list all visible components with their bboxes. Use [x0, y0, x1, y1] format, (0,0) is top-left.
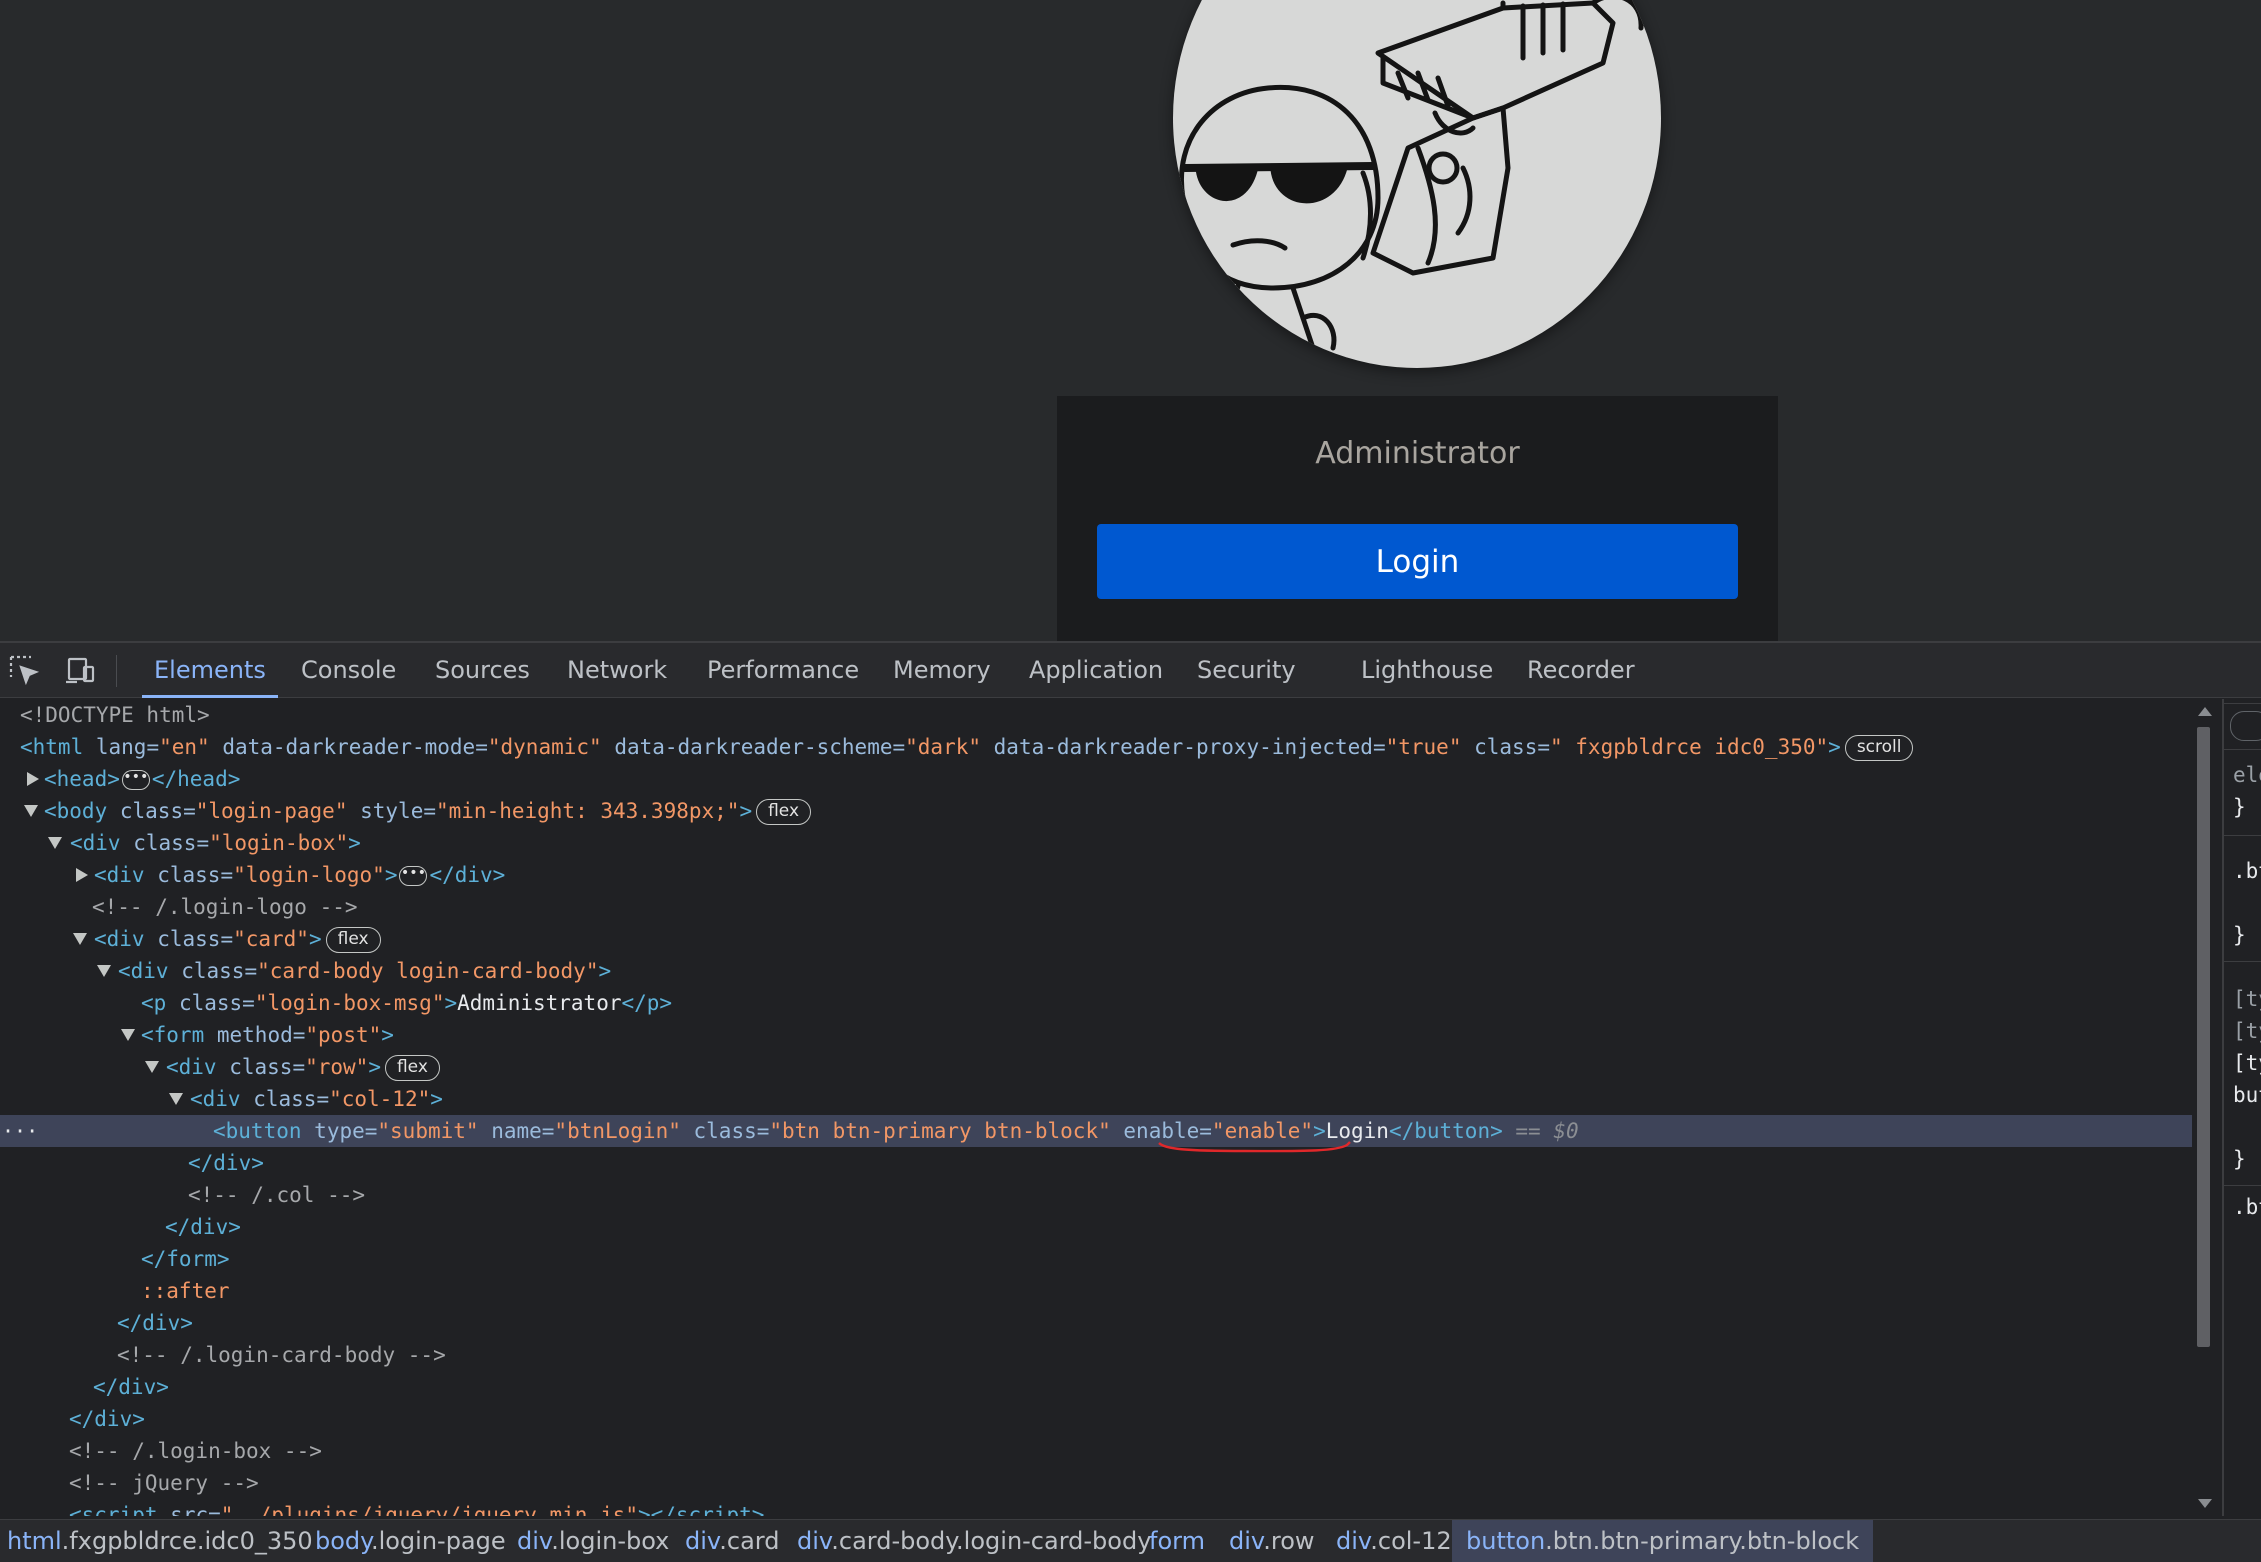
- login-button[interactable]: Login: [1097, 524, 1738, 599]
- breadcrumb-item[interactable]: form: [1149, 1520, 1205, 1562]
- tab-security[interactable]: Security: [1197, 643, 1296, 698]
- dom-comment[interactable]: <!-- jQuery -->: [0, 1467, 2192, 1499]
- dom-tree-scrollbar[interactable]: [2192, 699, 2217, 1516]
- tab-performance[interactable]: Performance: [707, 643, 859, 698]
- tab-elements[interactable]: Elements: [142, 643, 278, 698]
- dom-comment[interactable]: <!-- /.login-card-body -->: [0, 1339, 2192, 1371]
- dom-node-form[interactable]: <form method="post">: [0, 1019, 2192, 1051]
- dom-comment[interactable]: <!-- /.col -->: [0, 1179, 2192, 1211]
- scroll-badge[interactable]: scroll: [1844, 735, 1914, 761]
- scrollbar-thumb[interactable]: [2197, 727, 2210, 1347]
- tab-lighthouse[interactable]: Lighthouse: [1361, 643, 1493, 698]
- breadcrumb-item-active[interactable]: button.btn.btn-primary.btn-block: [1452, 1520, 1874, 1562]
- dom-close-tag[interactable]: </div>: [0, 1147, 2192, 1179]
- styles-pane: St ele } .bt } [ty [ty [ty but } .bt: [2222, 699, 2261, 1516]
- tab-network[interactable]: Network: [567, 643, 667, 698]
- breadcrumb-item[interactable]: html.fxgpbldrce.idc0_350: [7, 1520, 313, 1562]
- tab-memory[interactable]: Memory: [893, 643, 991, 698]
- flex-badge[interactable]: flex: [384, 1055, 440, 1081]
- scroll-down-arrow-icon[interactable]: [2198, 1499, 2212, 1508]
- breadcrumb-item[interactable]: div.login-box: [517, 1520, 669, 1562]
- login-box-message: Administrator: [1315, 436, 1520, 471]
- dom-node-script[interactable]: <script src="../plugins/jquery/jquery.mi…: [0, 1499, 2192, 1516]
- flex-badge[interactable]: flex: [325, 927, 381, 953]
- dom-comment[interactable]: <!-- /.login-logo -->: [0, 891, 2192, 923]
- tab-recorder[interactable]: Recorder: [1527, 643, 1635, 698]
- dom-node-button-selected[interactable]: ··· <button type="submit" name="btnLogin…: [0, 1115, 2192, 1153]
- dom-node-row[interactable]: <div class="row"> flex: [0, 1051, 2192, 1083]
- flex-badge[interactable]: flex: [756, 799, 812, 825]
- more-options-icon[interactable]: ···: [2, 1115, 38, 1147]
- dom-comment[interactable]: <!-- /.login-box -->: [0, 1435, 2192, 1467]
- device-toolbar-icon[interactable]: [64, 654, 96, 686]
- styles-filter-input[interactable]: [2230, 711, 2261, 741]
- breadcrumb: html.fxgpbldrce.idc0_350 body.login-page…: [0, 1519, 2261, 1562]
- toolbar-divider: [116, 655, 117, 687]
- breadcrumb-item[interactable]: div.row: [1229, 1520, 1315, 1562]
- collapse-triangle-icon[interactable]: [169, 1093, 183, 1105]
- scroll-up-arrow-icon[interactable]: [2198, 707, 2212, 716]
- dom-close-tag[interactable]: </div>: [0, 1211, 2192, 1243]
- devtools-toolbar: Elements Console Sources Network Perform…: [0, 643, 2261, 698]
- dom-node-login-box[interactable]: <div class="login-box">: [0, 827, 2192, 859]
- dom-node-card[interactable]: <div class="card"> flex: [0, 923, 2192, 955]
- dom-tree: <!DOCTYPE html> <html lang="en" data-dar…: [0, 699, 2192, 1516]
- collapse-triangle-icon[interactable]: [97, 965, 111, 977]
- dom-node[interactable]: <!DOCTYPE html>: [0, 699, 2192, 731]
- collapse-triangle-icon[interactable]: [48, 837, 62, 849]
- dom-close-tag[interactable]: </div>: [0, 1403, 2192, 1435]
- dom-node-html[interactable]: <html lang="en" data-darkreader-mode="dy…: [0, 731, 2192, 763]
- inspect-element-icon[interactable]: [8, 654, 40, 686]
- ellipsis-icon[interactable]: •••: [121, 770, 150, 790]
- dom-node-head[interactable]: <head> ••• </head>: [0, 763, 2192, 795]
- collapse-triangle-icon[interactable]: [73, 933, 87, 945]
- collapse-triangle-icon[interactable]: [145, 1061, 159, 1073]
- page-viewport: Administrator Login: [0, 0, 2261, 641]
- dom-node-card-body[interactable]: <div class="card-body login-card-body">: [0, 955, 2192, 987]
- avatar-image: [1173, 0, 1661, 368]
- dom-node-login-msg[interactable]: <p class="login-box-msg">Administrator</…: [0, 987, 2192, 1019]
- tab-application[interactable]: Application: [1029, 643, 1163, 698]
- tab-console[interactable]: Console: [301, 643, 396, 698]
- expand-triangle-icon[interactable]: [76, 868, 88, 882]
- dom-close-tag[interactable]: </form>: [0, 1243, 2192, 1275]
- dom-close-tag[interactable]: </div>: [0, 1371, 2192, 1403]
- devtools-panel: Elements Console Sources Network Perform…: [0, 641, 2261, 1562]
- dom-node-col[interactable]: <div class="col-12">: [0, 1083, 2192, 1115]
- expand-triangle-icon[interactable]: [27, 772, 39, 786]
- tab-sources[interactable]: Sources: [435, 643, 530, 698]
- dom-pseudo-after[interactable]: ::after: [0, 1275, 2192, 1307]
- breadcrumb-item[interactable]: div.col-12: [1336, 1520, 1452, 1562]
- ellipsis-icon[interactable]: •••: [399, 866, 428, 886]
- collapse-triangle-icon[interactable]: [121, 1029, 135, 1041]
- collapse-triangle-icon[interactable]: [24, 805, 38, 817]
- login-card: Administrator Login: [1057, 396, 1778, 641]
- dom-close-tag[interactable]: </div>: [0, 1307, 2192, 1339]
- breadcrumb-item[interactable]: div.card-body.login-card-body: [797, 1520, 1151, 1562]
- dom-node-login-logo[interactable]: <div class="login-logo"> ••• </div>: [0, 859, 2192, 891]
- breadcrumb-item[interactable]: body.login-page: [315, 1520, 506, 1562]
- dom-node-body[interactable]: <body class="login-page" style="min-heig…: [0, 795, 2192, 827]
- breadcrumb-item[interactable]: div.card: [685, 1520, 779, 1562]
